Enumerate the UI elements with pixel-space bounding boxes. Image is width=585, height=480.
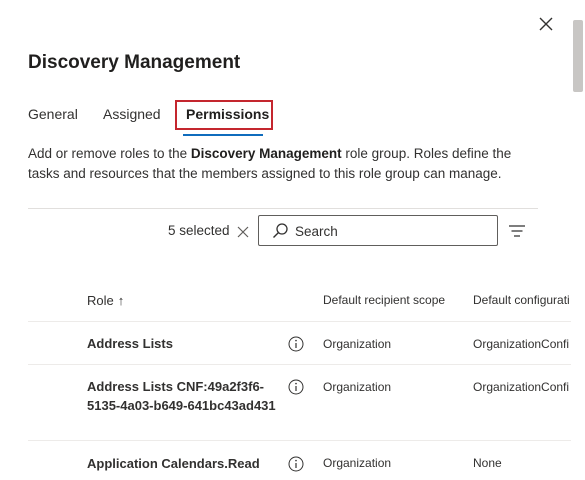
role-name: Address Lists	[87, 336, 173, 351]
description-role-group-name: Discovery Management	[190, 146, 342, 161]
description-text: Add or remove roles to the Discovery Man…	[28, 144, 538, 184]
role-name: Address Lists CNF:49a2f3f6-5135-4a03-b64…	[87, 379, 276, 413]
row-divider	[28, 440, 585, 441]
column-header-role[interactable]: Role ↑	[87, 293, 124, 308]
info-icon[interactable]	[288, 379, 304, 395]
selected-tab-indicator	[183, 134, 263, 136]
column-header-config[interactable]: Default configurati	[473, 293, 570, 307]
info-icon[interactable]	[288, 336, 304, 352]
config-scope: OrganizationConfi	[473, 380, 570, 394]
recipient-scope: Organization	[323, 380, 392, 394]
row-divider	[28, 364, 585, 365]
tab-permissions[interactable]: Permissions	[186, 106, 269, 122]
description-prefix: Add or remove roles to the	[28, 146, 191, 161]
search-input[interactable]	[295, 221, 491, 241]
tab-general[interactable]: General	[28, 106, 78, 122]
search-icon	[273, 223, 288, 238]
config-scope: OrganizationConfi	[473, 337, 570, 351]
section-divider	[28, 208, 538, 209]
column-header-scope[interactable]: Default recipient scope	[323, 293, 445, 307]
sort-ascending-icon: ↑	[117, 293, 125, 308]
info-icon[interactable]	[288, 456, 304, 472]
panel-title: Discovery Management	[28, 52, 241, 73]
recipient-scope: Organization	[323, 456, 392, 470]
role-group-panel: Discovery Management General Assigned Pe…	[0, 0, 585, 480]
filter-icon[interactable]	[508, 222, 526, 240]
role-name: Application Calendars.Read	[87, 456, 260, 471]
clear-selection-icon[interactable]	[235, 224, 251, 240]
close-icon[interactable]	[536, 14, 556, 34]
search-box[interactable]	[258, 215, 498, 246]
selected-count: 5 selected	[168, 223, 230, 238]
tab-assigned[interactable]: Assigned	[103, 106, 161, 122]
column-header-role-label: Role	[87, 293, 114, 308]
header-row-divider	[28, 321, 585, 322]
scrollbar-thumb[interactable]	[573, 20, 583, 92]
recipient-scope: Organization	[323, 337, 392, 351]
config-scope: None	[473, 456, 502, 470]
